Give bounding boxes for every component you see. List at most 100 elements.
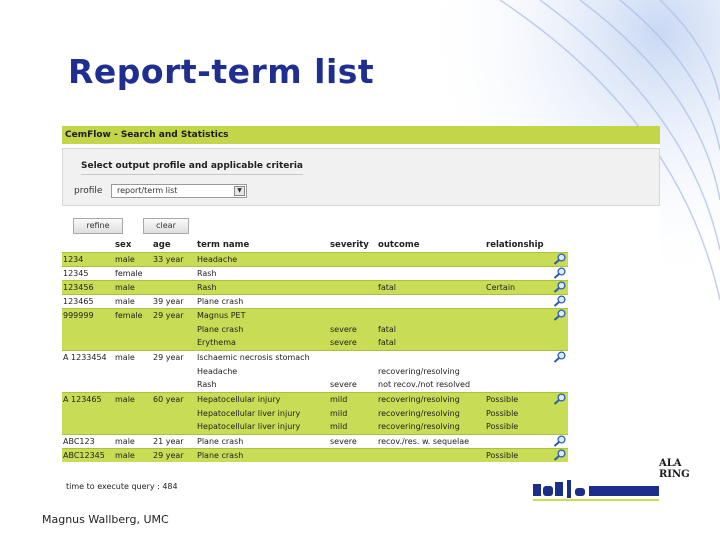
cell-age	[152, 265, 196, 280]
cell-age: 29 year	[152, 447, 196, 462]
cell-severity: severe	[329, 322, 377, 336]
magnifier-icon[interactable]	[553, 295, 567, 307]
table-row: 12345 female Rash	[62, 265, 568, 280]
cell-relationship	[485, 349, 550, 364]
cell-term-name: Rash	[196, 378, 329, 392]
cell-relationship: Possible	[485, 420, 550, 434]
cell-relationship	[485, 307, 550, 322]
cell-relationship: Possible	[485, 447, 550, 462]
magnifier-icon[interactable]	[553, 267, 567, 279]
cell-outcome	[377, 349, 485, 364]
criteria-divider	[81, 174, 303, 175]
table-row: Headache recovering/resolving	[62, 364, 568, 378]
magnifier-icon[interactable]	[553, 309, 567, 321]
cell-term-name: Erythema	[196, 336, 329, 350]
cell-sex: male	[114, 279, 152, 294]
cell-sex: male	[114, 447, 152, 462]
cell-severity: mild	[329, 391, 377, 406]
cell-severity: severe	[329, 433, 377, 448]
cell-outcome: fatal	[377, 336, 485, 350]
magnifier-icon[interactable]	[553, 351, 567, 363]
cell-action	[550, 279, 568, 294]
cell-severity	[329, 307, 377, 322]
magnifier-icon[interactable]	[553, 281, 567, 293]
cell-relationship	[485, 293, 550, 308]
cell-report-id: ABC12345	[62, 447, 114, 462]
cell-severity	[329, 349, 377, 364]
cell-age	[152, 420, 196, 434]
cell-report-id: 12345	[62, 265, 114, 280]
logo-line: ALA	[659, 458, 682, 469]
column-header-term-name: term name	[197, 239, 250, 250]
cell-outcome	[377, 293, 485, 308]
cell-term-name: Headache	[196, 364, 329, 378]
cell-outcome	[377, 265, 485, 280]
cell-sex: male	[114, 293, 152, 308]
cell-severity	[329, 265, 377, 280]
cell-outcome	[377, 307, 485, 322]
profile-select-value: report/term list	[117, 186, 178, 195]
cell-sex: male	[114, 433, 152, 448]
table-row: 999999 female 29 year Magnus PET	[62, 307, 568, 322]
cell-outcome: fatal	[377, 322, 485, 336]
cell-action	[550, 447, 568, 462]
cell-outcome: recovering/resolving	[377, 420, 485, 434]
cell-report-id	[62, 406, 114, 420]
cell-report-id	[62, 420, 114, 434]
table-row: ABC12345 male 29 year Plane crash Possible	[62, 447, 568, 462]
table-row: Hepatocellular liver injury mild recoverin…	[62, 406, 568, 420]
criteria-title: Select output profile and applicable cri…	[81, 161, 303, 171]
cell-sex	[114, 336, 152, 350]
refine-button[interactable]: refine	[73, 218, 123, 234]
table-row: 123456 male Rash fatal Certain	[62, 279, 568, 294]
column-header-sex: sex	[115, 239, 132, 250]
cell-report-id	[62, 378, 114, 392]
profile-label: profile	[74, 186, 103, 196]
table-row: 1234 male 33 year Headache	[62, 251, 568, 266]
results-table: sex age term name severity outcome relat…	[62, 238, 568, 462]
cell-relationship	[485, 265, 550, 280]
cell-relationship	[485, 378, 550, 392]
magnifier-icon[interactable]	[553, 449, 567, 461]
cell-age: 29 year	[152, 349, 196, 364]
clear-button[interactable]: clear	[143, 218, 189, 234]
cell-outcome	[377, 251, 485, 266]
cell-action	[550, 364, 568, 378]
cell-outcome: recovering/resolving	[377, 406, 485, 420]
cell-severity	[329, 447, 377, 462]
cell-relationship	[485, 322, 550, 336]
magnifier-icon[interactable]	[553, 393, 567, 405]
cell-sex	[114, 378, 152, 392]
logo-line: RING	[659, 469, 690, 480]
cell-relationship	[485, 336, 550, 350]
cell-age	[152, 279, 196, 294]
column-header-id	[62, 238, 114, 252]
cell-outcome: fatal	[377, 279, 485, 294]
cell-age: 21 year	[152, 433, 196, 448]
column-header-outcome: outcome	[378, 239, 420, 250]
cell-report-id: 999999	[62, 307, 114, 322]
table-row: ABC123 male 21 year Plane crash severe recov.…	[62, 433, 568, 448]
profile-select[interactable]: report/term list ▼	[111, 184, 247, 198]
magnifier-icon[interactable]	[553, 253, 567, 265]
cell-report-id: A 1233454	[62, 349, 114, 364]
cell-sex: female	[114, 307, 152, 322]
cell-severity	[329, 251, 377, 266]
cell-report-id: ABC123	[62, 433, 114, 448]
cell-relationship: Certain	[485, 279, 550, 294]
column-header-age: age	[153, 239, 171, 250]
cell-action	[550, 336, 568, 350]
cell-term-name: Plane crash	[196, 322, 329, 336]
cell-outcome	[377, 447, 485, 462]
column-header-action	[550, 238, 568, 252]
chevron-down-icon[interactable]: ▼	[234, 186, 245, 196]
cell-severity: severe	[329, 336, 377, 350]
table-header-row: sex age term name severity outcome relat…	[62, 238, 568, 252]
cell-term-name: Ischaemic necrosis stomach	[196, 349, 329, 364]
cell-relationship: Possible	[485, 406, 550, 420]
cell-age: 39 year	[152, 293, 196, 308]
magnifier-icon[interactable]	[553, 435, 567, 447]
cell-sex: female	[114, 265, 152, 280]
table-row: 123465 male 39 year Plane crash	[62, 293, 568, 308]
cell-action	[550, 322, 568, 336]
